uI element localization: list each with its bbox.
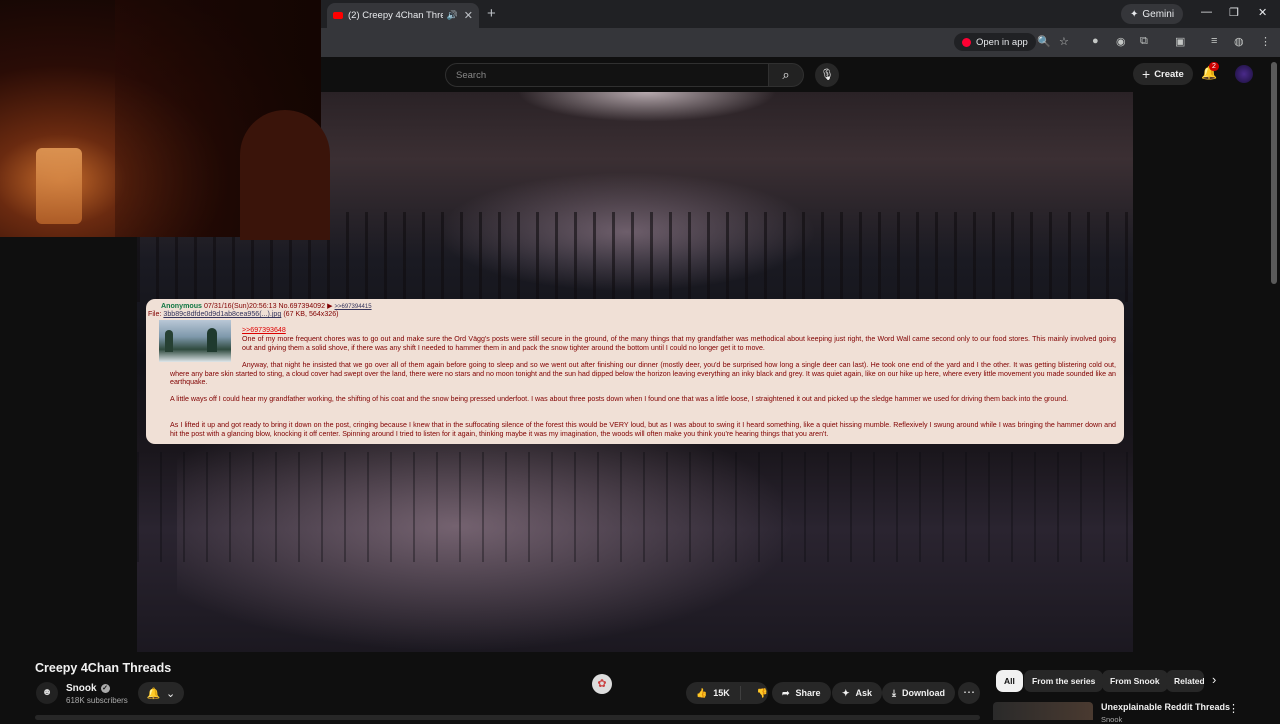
profile-icon[interactable]: ◍ [1234,35,1244,48]
extension-icon-2[interactable]: ◉ [1116,35,1126,48]
like-count: 15K [713,688,730,698]
post-meta: 07/31/16(Sun)20:56:13 No.697394092 [203,302,326,310]
reply-link[interactable]: >>697393648 [242,326,286,335]
bookmark-star-icon[interactable]: ☆ [1059,35,1069,48]
search-icon[interactable]: ⌕ [768,63,804,87]
recommended-title[interactable]: Unexplainable Reddit Threads [1101,702,1230,712]
file-prefix: File: [148,310,162,318]
post-paragraph: A little ways off I could hear my grandf… [170,395,1069,403]
browser-toolbar: Open in app 🔍 ☆ ● ◉ ⧉ ▣ ≡ ◍ ⋮ [321,28,1280,57]
minimize-icon[interactable]: — [1201,6,1212,18]
search-input[interactable]: Search [445,63,769,87]
forum-post-card: Anonymous 07/31/16(Sun)20:56:13 No.69739… [146,299,1124,444]
quote-link[interactable]: >>697394415 [335,304,372,310]
subscription-bell-button[interactable]: 🔔 ⌄ [138,682,184,704]
menu-dots-icon[interactable]: ⋮ [1260,35,1271,48]
channel-name-row[interactable]: Snook ✓ [66,683,110,694]
download-label: Download [901,688,945,698]
ask-button[interactable]: ✦ Ask [832,682,883,704]
youtube-favicon-icon [333,12,343,19]
zoom-icon[interactable]: 🔍 [1037,35,1051,48]
arrow-icon: ▶ [327,302,333,310]
streamer-silhouette [240,110,330,240]
post-paragraph: One of my more frequent chores was to go… [242,335,1116,352]
reading-list-icon[interactable]: ≡ [1211,35,1217,47]
share-button[interactable]: ➦ Share [772,682,831,704]
create-label: Create [1154,68,1184,80]
cast-icon[interactable]: ▣ [1175,35,1185,48]
download-button[interactable]: ⤓ Download [882,682,955,704]
post-thumbnail[interactable] [159,320,231,362]
video-title: Creepy 4Chan Threads [35,661,172,675]
video-trees-foreground [137,452,1133,562]
chevron-down-icon: ⌄ [166,687,176,700]
thumbs-up-icon: 👍 [696,687,708,698]
video-sky [517,92,777,122]
thumbnail-tree [165,330,173,352]
chip-from-snook[interactable]: From Snook [1102,670,1168,692]
tab-title: (2) Creepy 4Chan Threads [348,10,443,21]
browser-tab-bar: (2) Creepy 4Chan Threads 🔊 ✕ + ✦Gemini —… [321,0,1280,28]
post-paragraph: Anyway, that night he insisted that we g… [170,361,1116,386]
microphone-icon[interactable]: 🎙 [815,63,839,87]
open-in-app-label: Open in app [976,36,1028,48]
tab-close-icon[interactable]: ✕ [464,9,473,22]
notification-badge: 2 [1209,62,1219,71]
share-icon: ➦ [782,687,790,698]
recommended-thumbnail[interactable] [993,702,1093,720]
description-box-edge [35,715,980,720]
webcam-overlay [0,0,330,240]
plus-icon: + [1142,66,1151,82]
plus-icon[interactable]: + [487,5,496,22]
browser-tab[interactable]: (2) Creepy 4Chan Threads 🔊 ✕ [327,3,479,28]
thumbs-down-icon: 👎 [756,687,768,698]
channel-name: Snook [66,683,97,694]
more-actions-icon[interactable]: ⋯ [958,682,980,704]
page-scrollbar[interactable] [1271,62,1277,284]
sparkle-icon: ✦ [842,687,850,698]
youtube-header: Search ⌕ 🎙 + Create 🔔 2 [321,57,1280,92]
download-icon: ⤓ [892,687,896,698]
sparkle-icon: ✦ [1130,8,1139,20]
like-dislike-group: 👍 15K 👎 [686,682,768,704]
post-paragraph: As I lifted it up and got ready to bring… [170,421,1116,438]
subscriber-count: 618K subscribers [66,696,128,705]
file-link[interactable]: 3bb89c8dfde0d9d1ab8cea956(...).jpg [163,310,281,318]
file-info: (67 KB, 564x326) [283,310,339,318]
window-close-icon[interactable]: ✕ [1258,6,1267,19]
ask-label: Ask [855,688,873,698]
share-label: Share [795,688,821,698]
chip-from-the-series[interactable]: From the series [1024,670,1104,692]
tab-audio-icon[interactable]: 🔊 [447,10,458,21]
verified-check-icon: ✓ [100,684,110,693]
recommended-menu-icon[interactable]: ⋮ [1228,702,1239,715]
restore-icon[interactable]: ❐ [1229,6,1239,19]
mascot-emoji-icon: ✿ [592,674,612,694]
file-line: File: 3bb89c8dfde0d9d1ab8cea956(...).jpg… [148,310,339,319]
chevron-right-icon[interactable]: › [1212,672,1216,687]
channel-avatar[interactable]: ☻ [36,682,58,704]
thumbnail-tree [207,328,217,352]
lamp-light [36,148,82,224]
puzzle-icon[interactable]: ⧉ [1140,35,1148,48]
gemini-label: Gemini [1142,8,1175,20]
bell-icon: 🔔 [146,687,161,700]
chip-related[interactable]: Related [1166,670,1204,692]
account-avatar[interactable] [1235,65,1253,83]
video-metadata: Creepy 4Chan Threads ☻ Snook ✓ 618K subs… [0,652,1280,724]
poster-name: Anonymous [161,302,202,310]
extension-icon[interactable]: ● [1092,35,1099,47]
gemini-button[interactable]: ✦ Gemini [1121,4,1184,24]
create-button[interactable]: + Create [1133,63,1193,85]
like-button[interactable]: 👍 15K [686,686,741,700]
open-in-app-button[interactable]: Open in app [954,33,1036,51]
chip-all[interactable]: All [996,670,1023,692]
app-icon [962,37,971,47]
